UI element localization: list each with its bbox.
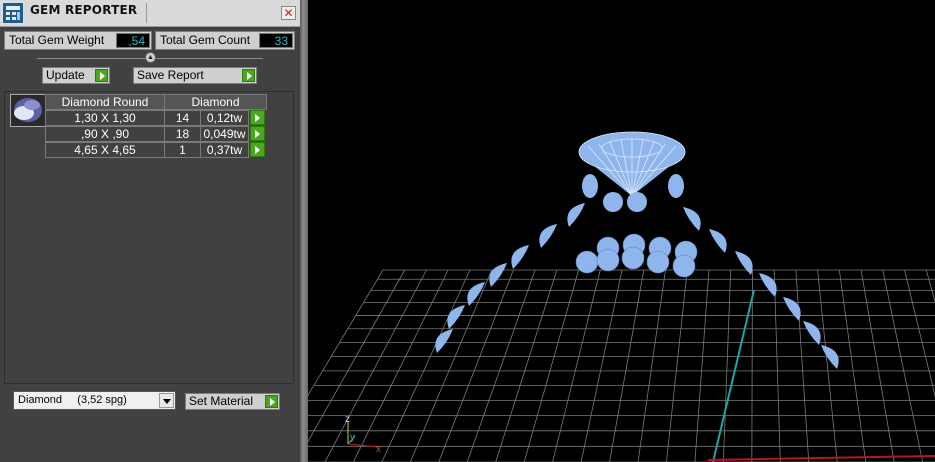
select-row-button[interactable] — [250, 126, 265, 141]
material-dropdown-value: Diamond (3,52 spg) — [18, 394, 127, 406]
shank-stone[interactable] — [567, 203, 585, 227]
chevron-down-icon[interactable] — [159, 393, 174, 408]
table-row-weight: 0,12tw — [200, 110, 249, 126]
shank-stone[interactable] — [821, 345, 839, 369]
gem-thumbnail[interactable] — [10, 94, 46, 127]
select-row-button[interactable] — [250, 142, 265, 157]
shank-stone[interactable] — [709, 229, 727, 253]
green-arrow-icon — [242, 69, 255, 82]
panel-divider[interactable] — [300, 0, 308, 462]
gem-reporter-app-icon — [2, 2, 24, 24]
gem-model[interactable] — [435, 131, 839, 369]
window-title: GEM REPORTER — [30, 3, 138, 17]
green-arrow-icon — [95, 69, 108, 82]
ground-grid — [308, 269, 935, 462]
shank-stone[interactable] — [683, 207, 701, 231]
axis-label-y: y — [350, 432, 355, 443]
shank-stone[interactable] — [489, 263, 507, 287]
save-report-button[interactable]: Save Report — [133, 67, 257, 84]
axis-label-x: x — [376, 444, 381, 455]
set-material-button-label: Set Material — [189, 394, 254, 408]
round-stone[interactable] — [627, 192, 647, 212]
round-stone[interactable] — [672, 254, 696, 278]
shank-stone[interactable] — [447, 305, 465, 329]
shank-stone[interactable] — [735, 251, 753, 275]
axis-label-z: z — [345, 414, 350, 425]
round-stone[interactable] — [603, 192, 623, 212]
app-window: GEM REPORTER ✕ Total Gem Weight ,54 Tota… — [0, 0, 935, 462]
shank-stone[interactable] — [511, 245, 529, 269]
set-material-button[interactable]: Set Material — [185, 393, 280, 410]
3d-viewport[interactable]: z y x — [308, 0, 935, 462]
axis-gizmo: z y x — [345, 414, 381, 455]
table-row-count: 1 — [164, 142, 201, 158]
side-stone[interactable] — [668, 174, 684, 198]
shank-stone[interactable] — [803, 321, 821, 345]
gem-reporter-panel: GEM REPORTER ✕ Total Gem Weight ,54 Tota… — [0, 0, 300, 462]
green-arrow-icon — [265, 395, 278, 408]
table-row-size: 4,65 X 4,65 — [45, 142, 165, 158]
round-stone[interactable] — [575, 250, 599, 274]
round-stone[interactable] — [596, 248, 620, 272]
collapse-toggle[interactable]: ▲ — [145, 52, 156, 63]
table-row-weight: 0,37tw — [200, 142, 249, 158]
viewport-canvas[interactable]: z y x — [308, 0, 935, 462]
table-row-size: ,90 X ,90 — [45, 126, 165, 142]
total-gem-count-value: 33 — [259, 33, 293, 48]
title-bar: GEM REPORTER ✕ — [0, 0, 300, 27]
round-stone[interactable] — [621, 246, 645, 270]
shank-stone[interactable] — [539, 224, 557, 248]
shank-stone[interactable] — [435, 329, 453, 353]
select-row-button[interactable] — [250, 110, 265, 125]
title-separator — [146, 3, 147, 23]
total-gem-weight-value: ,54 — [116, 33, 150, 48]
x-axis-line — [707, 455, 935, 461]
round-stone[interactable] — [646, 250, 670, 274]
material-dropdown[interactable]: Diamond (3,52 spg) — [13, 391, 176, 410]
close-icon: ✕ — [283, 6, 294, 20]
close-button[interactable]: ✕ — [281, 6, 296, 20]
column-header-shape: Diamond Round — [45, 94, 165, 110]
table-row-count: 14 — [164, 110, 201, 126]
save-report-button-label: Save Report — [137, 68, 204, 82]
table-row-size: 1,30 X 1,30 — [45, 110, 165, 126]
column-header-material: Diamond — [164, 94, 267, 110]
table-row-count: 18 — [164, 126, 201, 142]
side-stone[interactable] — [582, 174, 598, 198]
table-row-weight: 0,049tw — [200, 126, 249, 142]
update-button[interactable]: Update — [42, 67, 110, 84]
update-button-label: Update — [46, 68, 85, 82]
